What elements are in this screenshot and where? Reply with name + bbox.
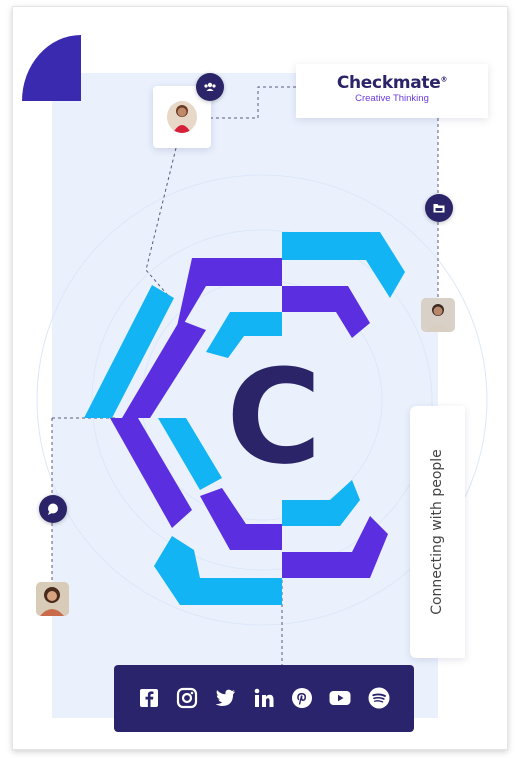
brand-card: Checkmate® Creative Thinking bbox=[296, 64, 488, 118]
logo-shape bbox=[282, 286, 370, 338]
avatar-woman bbox=[167, 101, 197, 133]
chat-icon bbox=[39, 495, 67, 523]
folder-icon bbox=[425, 194, 453, 222]
social-bar bbox=[114, 665, 414, 732]
brand-tagline: Creative Thinking bbox=[355, 93, 429, 104]
side-tag-text: Connecting with people bbox=[429, 449, 445, 615]
users-icon bbox=[196, 73, 224, 101]
logo-shape bbox=[200, 488, 282, 550]
avatar-woman-2 bbox=[36, 582, 69, 616]
logo-letter: C bbox=[226, 341, 321, 493]
corner-quarter-circle bbox=[22, 35, 81, 101]
pinterest-icon[interactable] bbox=[290, 686, 314, 710]
linkedin-icon[interactable] bbox=[252, 686, 276, 710]
instagram-icon[interactable] bbox=[175, 686, 199, 710]
side-tag-card: Connecting with people bbox=[410, 406, 465, 658]
spotify-icon[interactable] bbox=[367, 686, 391, 710]
facebook-icon[interactable] bbox=[137, 686, 161, 710]
twitter-icon[interactable] bbox=[213, 686, 237, 710]
youtube-icon[interactable] bbox=[328, 686, 352, 710]
registered-mark: ® bbox=[440, 75, 448, 84]
brand-name: Checkmate bbox=[336, 73, 441, 93]
avatar-man bbox=[421, 298, 455, 332]
